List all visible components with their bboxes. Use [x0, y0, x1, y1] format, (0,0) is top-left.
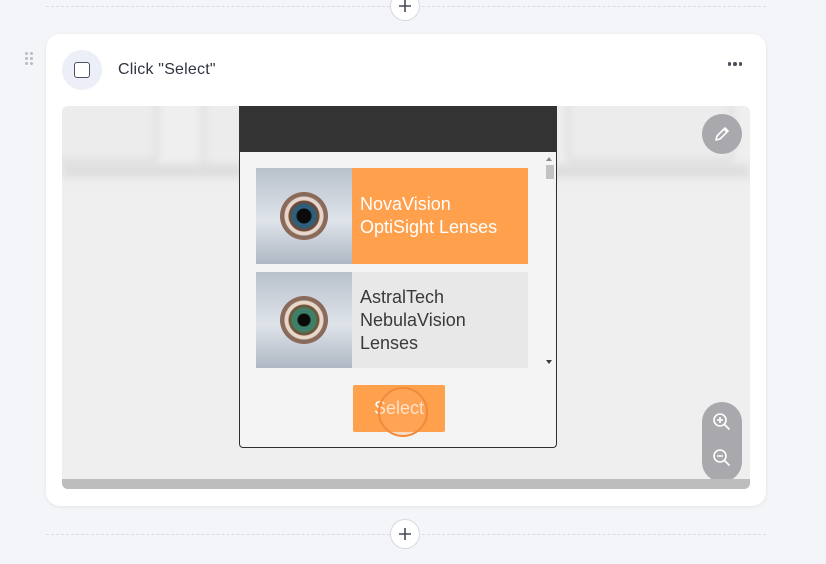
zoom-in-button[interactable]	[702, 404, 742, 440]
zoom-out-button[interactable]	[702, 440, 742, 476]
list-item[interactable]: AstralTech NebulaVision Lenses	[256, 272, 528, 368]
add-step-button-bottom[interactable]	[390, 519, 420, 549]
add-step-button-top[interactable]	[390, 0, 420, 21]
product-list: NovaVision OptiSight Lenses AstralTech N…	[256, 168, 528, 368]
click-indicator	[378, 387, 428, 437]
step-card: Click "Select" NovaVision OptiSight Lens…	[46, 34, 766, 506]
scroll-up-arrow-icon[interactable]	[546, 157, 552, 161]
list-scrollbar[interactable]	[544, 152, 556, 366]
more-options-button[interactable]	[722, 54, 748, 74]
step-checkbox[interactable]	[74, 62, 90, 78]
edit-button[interactable]	[702, 114, 742, 154]
zoom-in-icon	[713, 413, 731, 431]
screenshot-bottom-bar	[62, 479, 750, 489]
plus-icon	[399, 528, 411, 540]
plus-icon	[399, 0, 411, 12]
list-item-label: AstralTech NebulaVision Lenses	[352, 272, 528, 368]
pencil-icon	[715, 127, 729, 141]
zoom-controls	[702, 402, 742, 482]
list-item-selected[interactable]: NovaVision OptiSight Lenses	[256, 168, 528, 264]
list-item-label: NovaVision OptiSight Lenses	[352, 168, 528, 264]
step-screenshot: NovaVision OptiSight Lenses AstralTech N…	[62, 106, 750, 489]
step-checkbox-wrap[interactable]	[62, 50, 102, 90]
drag-handle-icon[interactable]	[25, 52, 35, 68]
scroll-down-arrow-icon[interactable]	[546, 360, 552, 364]
scrollbar-thumb[interactable]	[546, 165, 554, 179]
eye-blue-icon	[256, 168, 352, 264]
zoom-out-icon	[713, 449, 731, 467]
more-horizontal-icon	[727, 62, 732, 66]
dialog-header	[239, 106, 557, 152]
eye-green-icon	[256, 272, 352, 368]
step-title: Click "Select"	[118, 61, 216, 78]
